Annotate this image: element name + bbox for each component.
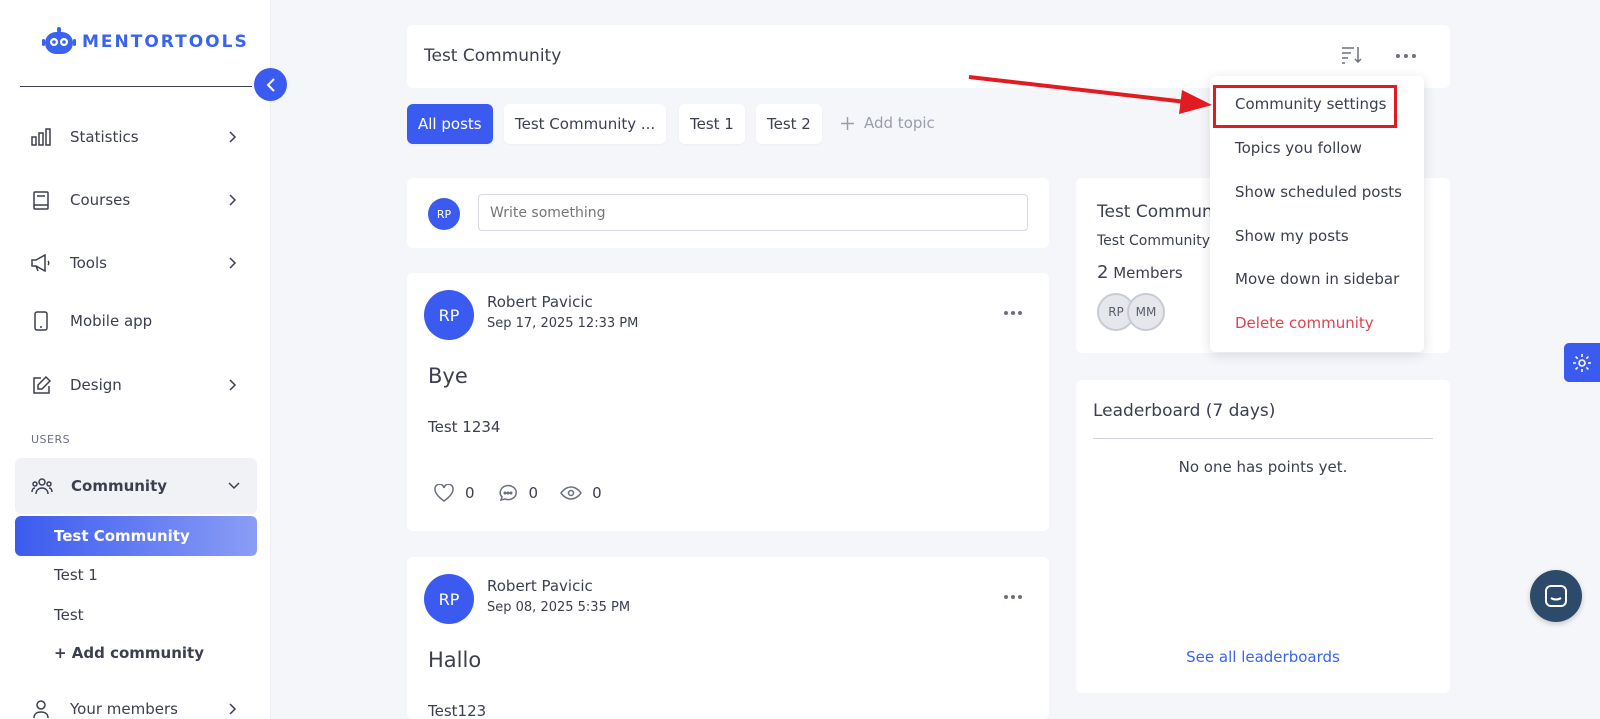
sidebar-item-label: Statistics: [70, 128, 139, 146]
heart-icon: [433, 483, 455, 503]
chevron-right-icon: [226, 702, 240, 716]
sidebar-item-label: Your members: [70, 700, 178, 718]
post-body: Test123: [428, 702, 487, 719]
like-button[interactable]: 0: [433, 483, 475, 503]
tab-all-posts[interactable]: All posts: [407, 104, 493, 144]
comment-button[interactable]: 0: [497, 483, 539, 503]
post-body: Test 1234: [428, 418, 501, 436]
bar-chart-icon: [30, 126, 52, 148]
member-count: 2 Members: [1097, 262, 1183, 283]
leaderboard-title: Leaderboard (7 days): [1093, 401, 1276, 421]
chevron-down-icon: [227, 479, 241, 493]
sidebar-community-test-1[interactable]: Test 1: [54, 566, 98, 584]
book-icon: [30, 189, 52, 211]
sidebar-item-label: Tools: [70, 254, 107, 272]
sidebar-item-statistics[interactable]: Statistics: [30, 122, 240, 152]
avatar: RP: [428, 198, 460, 230]
avatar[interactable]: RP: [424, 290, 474, 340]
sidebar: MENTORTOOLS Statistics Courses Tools Mob…: [0, 0, 271, 719]
chevron-right-icon: [226, 378, 240, 392]
logo-text: MENTORTOOLS: [82, 32, 249, 52]
view-count: 0: [592, 484, 602, 502]
logo[interactable]: MENTORTOOLS: [42, 26, 249, 58]
member-count-label: Members: [1113, 264, 1183, 282]
section-label-users: USERS: [31, 433, 71, 446]
sidebar-item-courses[interactable]: Courses: [30, 185, 240, 215]
post-more-icon[interactable]: [1001, 307, 1025, 319]
sort-icon[interactable]: [1341, 45, 1363, 67]
sidebar-item-your-members[interactable]: Your members: [30, 694, 240, 719]
comment-icon: [497, 483, 519, 503]
tab-test-community[interactable]: Test Community ...: [504, 104, 667, 144]
user-icon: [30, 698, 52, 719]
add-community-link[interactable]: + Add community: [54, 644, 204, 662]
robot-logo-icon: [42, 27, 76, 54]
sidebar-item-label: Mobile app: [70, 312, 153, 330]
eye-icon: [560, 483, 582, 503]
menu-item-delete-community[interactable]: Delete community: [1235, 314, 1374, 332]
menu-item-show-my-posts[interactable]: Show my posts: [1235, 227, 1349, 245]
collapse-sidebar-button[interactable]: [254, 68, 287, 101]
sidebar-item-label: Design: [70, 376, 122, 394]
community-info-title: Test Commun: [1097, 202, 1213, 222]
menu-item-topics-you-follow[interactable]: Topics you follow: [1235, 139, 1362, 157]
like-count: 0: [465, 484, 475, 502]
plus-icon: [841, 116, 854, 130]
menu-item-show-scheduled-posts[interactable]: Show scheduled posts: [1235, 183, 1402, 201]
settings-floating-button[interactable]: [1564, 343, 1600, 382]
member-avatar[interactable]: MM: [1127, 293, 1165, 331]
post-stats: 0 0 0: [433, 483, 624, 503]
leaderboard-card: Leaderboard (7 days) No one has points y…: [1076, 380, 1450, 693]
tab-test-2[interactable]: Test 2: [756, 104, 822, 144]
write-post-input[interactable]: [478, 194, 1028, 231]
edit-icon: [30, 374, 52, 396]
add-topic-button[interactable]: Add topic: [841, 114, 935, 132]
megaphone-icon: [30, 252, 52, 274]
sidebar-item-community[interactable]: Community: [31, 471, 241, 501]
page-title: Test Community: [424, 46, 562, 66]
annotation-highlight-box: [1213, 85, 1397, 128]
phone-icon: [30, 310, 52, 332]
leaderboard-empty-text: No one has points yet.: [1178, 458, 1348, 476]
users-icon: [31, 475, 53, 497]
post-title: Hallo: [428, 648, 482, 672]
tab-test-1[interactable]: Test 1: [679, 104, 745, 144]
views-stat: 0: [560, 483, 602, 503]
member-count-number: 2: [1097, 262, 1109, 283]
post-more-icon[interactable]: [1001, 591, 1025, 603]
more-options-icon[interactable]: [1393, 45, 1419, 67]
sidebar-group-community: Community: [15, 458, 257, 514]
avatar[interactable]: RP: [424, 574, 474, 624]
post-date: Sep 08, 2025 5:35 PM: [487, 600, 631, 615]
leaderboard-divider: [1093, 438, 1433, 439]
chat-support-button[interactable]: [1530, 570, 1582, 622]
sidebar-item-label: Community: [71, 477, 168, 495]
sidebar-item-tools[interactable]: Tools: [30, 248, 240, 278]
chevron-right-icon: [226, 256, 240, 270]
chat-icon: [1545, 585, 1567, 607]
gear-icon: [1573, 353, 1591, 372]
add-topic-label: Add topic: [864, 114, 935, 132]
post-card[interactable]: RP Robert Pavicic Sep 08, 2025 5:35 PM H…: [407, 557, 1049, 719]
post-date: Sep 17, 2025 12:33 PM: [487, 316, 639, 331]
chevron-left-icon: [266, 77, 275, 92]
post-author[interactable]: Robert Pavicic: [487, 577, 593, 595]
sidebar-divider: [20, 86, 252, 87]
post-card[interactable]: RP Robert Pavicic Sep 17, 2025 12:33 PM …: [407, 273, 1049, 531]
sidebar-item-mobile-app[interactable]: Mobile app: [30, 306, 240, 336]
sidebar-item-label: Courses: [70, 191, 131, 209]
menu-item-move-down-in-sidebar[interactable]: Move down in sidebar: [1235, 270, 1399, 288]
post-author[interactable]: Robert Pavicic: [487, 293, 593, 311]
comment-count: 0: [528, 484, 539, 502]
post-title: Bye: [428, 364, 468, 388]
post-composer: RP: [407, 178, 1049, 248]
chevron-right-icon: [226, 130, 240, 144]
sidebar-item-design[interactable]: Design: [30, 370, 240, 400]
sidebar-community-test[interactable]: Test: [54, 606, 84, 624]
sidebar-community-test-community[interactable]: Test Community: [15, 516, 257, 556]
see-all-leaderboards-link[interactable]: See all leaderboards: [1076, 648, 1450, 666]
community-info-subtitle: Test Community: [1097, 233, 1211, 249]
chevron-right-icon: [226, 193, 240, 207]
